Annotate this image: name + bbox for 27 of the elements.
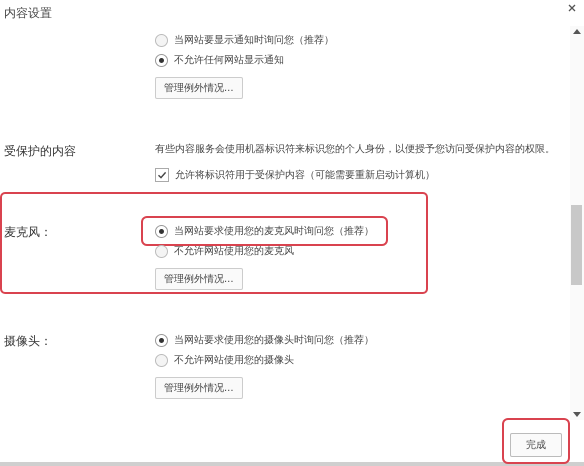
manage-exceptions-button[interactable]: 管理例外情况... [155, 77, 243, 99]
manage-exceptions-button[interactable]: 管理例外情况... [155, 268, 243, 290]
option-label: 允许将标识符用于受保护内容（可能需要重新启动计算机） [175, 168, 435, 182]
radio-button[interactable] [155, 354, 168, 366]
option-label: 当网站要显示通知时询问您（推荐） [174, 34, 334, 47]
scrollbar[interactable] [570, 26, 584, 420]
option-label: 不允许网站使用您的摄像头 [174, 354, 294, 367]
scroll-down-icon[interactable] [573, 412, 581, 418]
section-label: 麦克风： [4, 225, 52, 239]
option-label: 当网站要求使用您的摄像头时询问您（推荐） [174, 334, 374, 347]
scroll-up-icon[interactable] [573, 28, 581, 34]
option-label: 当网站要求使用您的麦克风时询问您（推荐） [174, 224, 374, 238]
checkbox[interactable] [155, 168, 169, 182]
option-label: 不允许任何网站显示通知 [174, 54, 284, 67]
done-button[interactable]: 完成 [510, 433, 562, 457]
option-label: 不允许网站使用您的麦克风 [174, 244, 294, 258]
manage-exceptions-button[interactable]: 管理例外情况... [155, 377, 243, 399]
radio-button[interactable] [155, 34, 168, 46]
radio-button[interactable] [155, 54, 168, 66]
scrollbar-thumb[interactable] [571, 205, 582, 285]
section-label: 摄像头： [4, 334, 52, 348]
close-icon[interactable] [568, 4, 576, 12]
description-text: 有些内容服务会使用机器标识符来标识您的个人身份，以便授予您访问受保护内容的权限。 [155, 142, 556, 157]
section-label: 受保护的内容 [4, 144, 76, 158]
radio-button[interactable] [155, 334, 168, 346]
window-title: 内容设置 [4, 4, 52, 22]
radio-button[interactable] [155, 224, 168, 238]
